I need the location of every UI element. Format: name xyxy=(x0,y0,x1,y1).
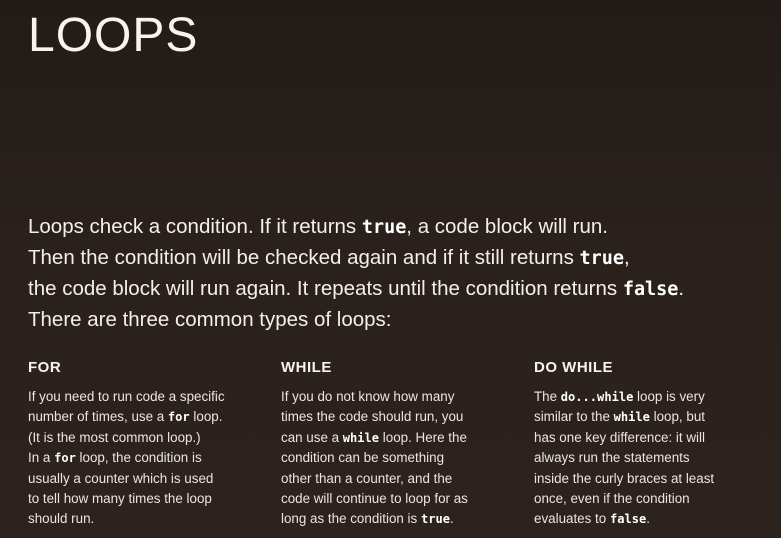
description-line: inside the curly braces at least xyxy=(534,470,715,486)
description-line: If you do not know how many xyxy=(281,389,455,404)
description-line: can use a while loop. Here the xyxy=(281,429,467,445)
description-line: always run the statements xyxy=(534,450,690,466)
description-line: If you need to run code a specific xyxy=(28,389,225,404)
for-heading: FOR xyxy=(28,359,62,376)
code-keyword: false xyxy=(622,279,679,300)
for-description: If you need to run code a specific number… xyxy=(28,387,253,530)
code-keyword: for xyxy=(167,410,190,425)
description-line: condition can be something xyxy=(281,450,445,466)
code-keyword: while xyxy=(342,430,380,445)
description-line: times the code should run, you xyxy=(281,409,464,425)
code-keyword: do...while xyxy=(560,390,634,404)
intro-line: the code block will run again. It repeat… xyxy=(28,277,685,300)
description-line: other than a counter, and the xyxy=(281,470,453,486)
intro-line: Loops check a condition. If it returns t… xyxy=(28,215,608,238)
description-line: has one key difference: it will xyxy=(534,429,705,445)
code-keyword: for xyxy=(54,451,76,466)
code-keyword: true xyxy=(361,217,407,238)
page: LOOPS Loops check a condition. If it ret… xyxy=(0,0,781,538)
description-line: usually a counter which is used xyxy=(28,470,214,486)
while-description: If you do not know how many times the cod… xyxy=(281,387,506,530)
description-line: long as the condition is true. xyxy=(281,511,454,527)
description-line: (It is the most common loop.) xyxy=(28,429,201,445)
intro-line: Then the condition will be checked again… xyxy=(28,246,630,269)
do-while-description: The do...while loop is very similar to th… xyxy=(534,387,759,530)
do-while-loop-section: DO WHILE The do...while loop is very simi… xyxy=(534,358,759,530)
description-line: number of times, use a for loop. xyxy=(28,409,223,425)
description-line: similar to the while loop, but xyxy=(534,409,705,425)
code-keyword: while xyxy=(613,410,650,425)
intro-line: There are three common types of loops: xyxy=(28,308,392,331)
description-line: should run. xyxy=(28,511,95,527)
description-line: evaluates to false. xyxy=(534,511,650,527)
description-line: The do...while loop is very xyxy=(534,389,705,404)
code-keyword: false xyxy=(609,512,647,527)
code-keyword: true xyxy=(420,512,450,527)
description-line: In a for loop, the condition is xyxy=(28,450,202,466)
description-line: code will continue to loop for as xyxy=(281,491,468,507)
code-keyword: true xyxy=(579,248,624,269)
intro-paragraph: Loops check a condition. If it returns t… xyxy=(28,212,768,335)
do-while-heading: DO WHILE xyxy=(534,359,613,376)
while-loop-section: WHILE If you do not know how many times t… xyxy=(281,358,506,530)
description-line: once, even if the condition xyxy=(534,491,690,507)
description-line: to tell how many times the loop xyxy=(28,491,212,507)
for-loop-section: FOR If you need to run code a specific nu… xyxy=(28,358,253,530)
while-heading: WHILE xyxy=(281,359,332,376)
page-title: LOOPS xyxy=(28,9,199,62)
